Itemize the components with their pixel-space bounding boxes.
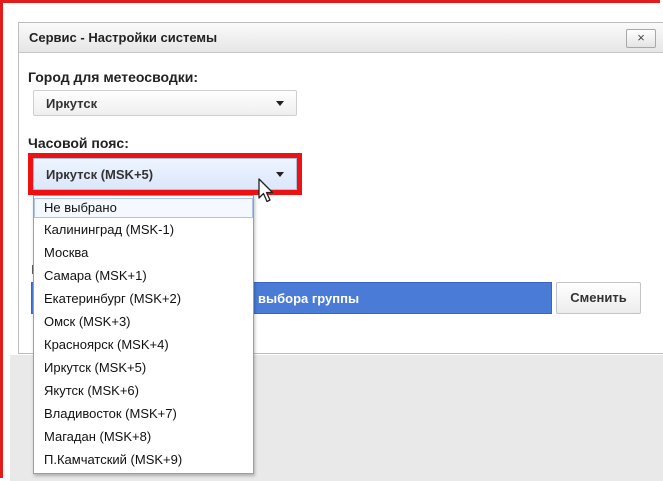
dialog-titlebar: Сервис - Настройки системы × (19, 23, 663, 53)
timezone-option[interactable]: Владивосток (MSK+7) (34, 404, 253, 424)
timezone-dropdown-list: Не выбрано Калининград (MSK-1) Москва Са… (33, 195, 254, 474)
group-bar-text: выбора группы (258, 291, 360, 306)
close-button[interactable]: × (626, 29, 656, 48)
timezone-option[interactable]: Екатеринбург (MSK+2) (34, 289, 253, 309)
timezone-option[interactable]: Не выбрано (34, 198, 253, 218)
close-icon: × (637, 30, 645, 45)
timezone-option[interactable]: Иркутск (MSK+5) (34, 358, 253, 378)
caret-down-icon (276, 172, 284, 177)
timezone-option[interactable]: Калининград (MSK-1) (34, 220, 253, 240)
timezone-option[interactable]: Москва (34, 243, 253, 263)
timezone-option[interactable]: Магадан (MSK+8) (34, 427, 253, 447)
weather-city-label: Город для метеосводки: (28, 69, 199, 85)
weather-city-value: Иркутск (46, 96, 98, 111)
dialog-title: Сервис - Настройки системы (29, 30, 218, 45)
weather-city-select[interactable]: Иркутск (33, 90, 297, 116)
timezone-option[interactable]: Якутск (MSK+6) (34, 381, 253, 401)
timezone-value: Иркутск (MSK+5) (46, 167, 154, 182)
timezone-option[interactable]: П.Камчатский (MSK+9) (34, 450, 253, 470)
timezone-label: Часовой пояс: (28, 135, 129, 151)
timezone-option[interactable]: Самара (MSK+1) (34, 266, 253, 286)
change-button[interactable]: Сменить (556, 282, 641, 314)
mouse-pointer-icon (258, 178, 274, 203)
timezone-option[interactable]: Омск (MSK+3) (34, 312, 253, 332)
timezone-option[interactable]: Красноярск (MSK+4) (34, 335, 253, 355)
caret-down-icon (276, 101, 284, 106)
